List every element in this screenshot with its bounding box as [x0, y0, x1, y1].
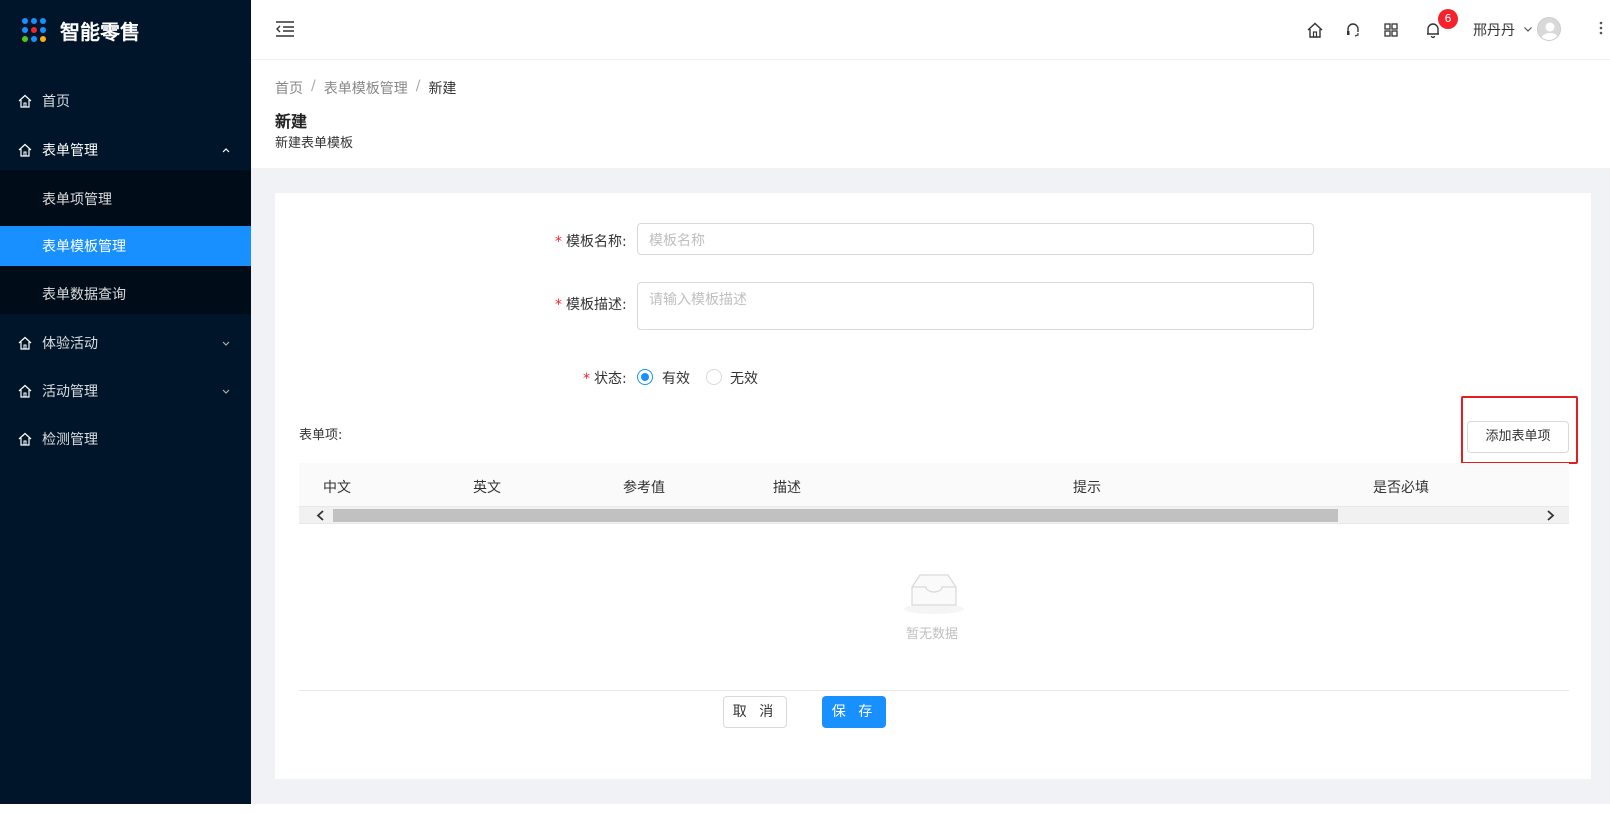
scroll-left-icon[interactable] [316, 510, 326, 521]
headset-icon[interactable] [1344, 21, 1362, 39]
column-header[interactable]: 中文 [323, 477, 351, 497]
chevron-down-icon [222, 389, 230, 394]
sidebar-item-label: 表单模板管理 [42, 239, 126, 255]
sidebar-item-label: 体验活动 [42, 336, 98, 352]
column-header[interactable]: 描述 [773, 477, 801, 497]
sidebar-item-label: 活动管理 [42, 384, 98, 400]
add-form-item-button[interactable]: 添加表单项 [1467, 421, 1569, 453]
breadcrumb-home[interactable]: 首页 [275, 78, 303, 98]
breadcrumb: 首页 / 表单模板管理 / 新建 [275, 78, 457, 98]
chevron-down-icon[interactable] [1523, 24, 1533, 34]
sidebar-item-inspection[interactable]: 检测管理 [0, 419, 251, 459]
horizontal-scrollbar[interactable] [299, 507, 1569, 524]
home-icon [18, 336, 32, 350]
sidebar-item-form-templates[interactable]: 表单模板管理 [0, 226, 251, 266]
status-option-invalid[interactable]: 无效 [730, 368, 758, 388]
status-radio-valid[interactable] [637, 369, 653, 385]
apps-icon[interactable] [1382, 21, 1400, 39]
form-items-label: 表单项: [299, 428, 343, 443]
column-header[interactable]: 参考值 [623, 477, 665, 497]
save-button[interactable]: 保 存 [822, 696, 886, 728]
user-icon [1541, 22, 1559, 40]
sidebar-item-label: 表单管理 [42, 143, 98, 159]
sidebar-item-label: 检测管理 [42, 432, 98, 448]
desc-field-label: * 模板描述: [555, 297, 627, 313]
breadcrumb-current: 新建 [428, 81, 457, 97]
home-icon [18, 94, 32, 108]
breadcrumb-templates[interactable]: 表单模板管理 [324, 78, 408, 98]
template-name-input[interactable]: 模板名称 [637, 223, 1314, 255]
more-icon[interactable] [1599, 20, 1603, 36]
sidebar-item-label: 表单数据查询 [42, 287, 126, 303]
status-option-valid[interactable]: 有效 [662, 368, 690, 388]
notification-badge: 6 [1438, 9, 1458, 29]
page-title: 新建 [275, 112, 308, 131]
home-icon [18, 143, 32, 157]
logo-icon [22, 18, 46, 42]
menu-fold-icon[interactable] [275, 20, 295, 38]
page-subtitle: 新建表单模板 [275, 136, 354, 151]
top-header: 6 邢丹丹 [251, 0, 1610, 60]
column-header[interactable]: 英文 [473, 477, 501, 497]
app-title: 智能零售 [60, 19, 140, 44]
sidebar-item-form-items[interactable]: 表单项管理 [0, 179, 251, 219]
column-header[interactable]: 提示 [1073, 477, 1101, 497]
sidebar-item-activity[interactable]: 活动管理 [0, 371, 251, 411]
username[interactable]: 邢丹丹 [1473, 20, 1515, 40]
scroll-right-icon[interactable] [1545, 510, 1555, 521]
sidebar-item-label: 表单项管理 [42, 192, 112, 208]
sidebar-item-form-management[interactable]: 表单管理 [0, 130, 251, 170]
column-header[interactable]: 是否必填 [1373, 477, 1429, 497]
home-icon [18, 432, 32, 446]
table-header: 中文 英文 参考值 描述 提示 是否必填 [299, 463, 1569, 507]
sidebar-item-form-data[interactable]: 表单数据查询 [0, 274, 251, 314]
page-header: 首页 / 表单模板管理 / 新建 新建 新建表单模板 [251, 61, 1610, 168]
chevron-up-icon [222, 148, 230, 153]
template-desc-textarea[interactable]: 请输入模板描述 [637, 282, 1314, 330]
sidebar-item-home[interactable]: 首页 [0, 81, 251, 121]
status-radio-invalid[interactable] [706, 369, 722, 385]
chevron-down-icon [222, 341, 230, 346]
name-field-label: * 模板名称: [555, 234, 627, 250]
sidebar-item-label: 首页 [42, 94, 70, 110]
sidebar-item-experience[interactable]: 体验活动 [0, 323, 251, 363]
home-icon[interactable] [1306, 21, 1324, 39]
home-icon [18, 384, 32, 398]
cancel-button[interactable]: 取 消 [723, 696, 787, 728]
avatar[interactable] [1537, 17, 1561, 41]
status-field-label: * 状态: [583, 371, 627, 387]
logo[interactable]: 智能零售 [22, 14, 140, 46]
empty-inbox-icon [904, 574, 964, 614]
divider [299, 690, 1569, 691]
scrollbar-thumb[interactable] [333, 509, 1338, 522]
empty-text: 暂无数据 [906, 627, 959, 642]
sidebar: 智能零售 首页 表单管理 表单项管理 表单模板管理 表单数据查询 体验活动 活动… [0, 0, 251, 804]
